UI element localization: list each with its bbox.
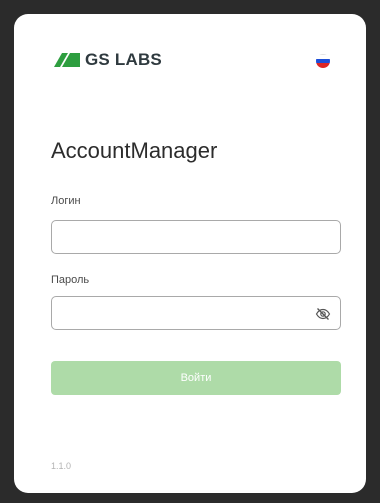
login-button[interactable]: Войти xyxy=(51,361,341,395)
app-version: 1.1.0 xyxy=(51,461,72,471)
page-title: AccountManager xyxy=(51,138,218,163)
password-input[interactable] xyxy=(52,297,340,329)
login-card: GS LABS AccountManager Логин Пароль Войт… xyxy=(14,14,366,493)
login-input[interactable] xyxy=(52,221,340,253)
eye-slash-icon[interactable] xyxy=(315,306,331,322)
password-label: Пароль xyxy=(51,274,90,286)
gs-labs-logo-icon xyxy=(54,53,80,67)
russian-flag-icon[interactable] xyxy=(316,54,330,68)
brand-logo: GS LABS xyxy=(54,49,162,71)
login-field-wrapper xyxy=(51,220,341,254)
login-label: Логин xyxy=(51,195,81,207)
password-field-wrapper xyxy=(51,296,341,330)
brand-name: GS LABS xyxy=(85,50,162,69)
